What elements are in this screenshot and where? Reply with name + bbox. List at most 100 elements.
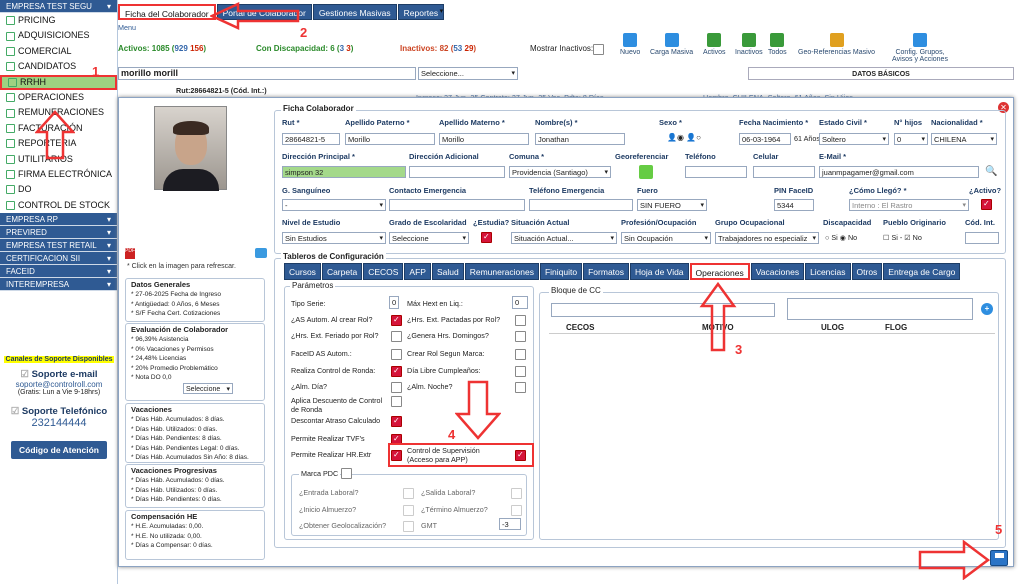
sidebar-item-0[interactable]: PRICING — [0, 13, 117, 28]
go-field[interactable]: Trabajadores no especializ — [715, 232, 819, 244]
marca-item-checkbox[interactable] — [511, 505, 522, 516]
subtab-2[interactable]: CECOS — [363, 263, 404, 280]
add-icon[interactable]: + — [981, 303, 993, 315]
ge-field[interactable]: Seleccione — [389, 232, 469, 244]
subtab-8[interactable]: Hoja de Vida — [630, 263, 689, 280]
subtab-4[interactable]: Salud — [431, 263, 464, 280]
com-field[interactable]: Providencia (Santiago) — [509, 166, 611, 178]
subtab-9[interactable]: Operaciones — [689, 263, 750, 280]
top-tab-3[interactable]: Reportes — [397, 4, 445, 20]
param-right-checkbox[interactable] — [515, 331, 526, 342]
tipo-serie-input[interactable]: 0 — [389, 296, 399, 309]
sidebar-item-4[interactable]: RRHH — [0, 74, 117, 90]
subtab-0[interactable]: Cursos — [284, 263, 321, 280]
search-select[interactable]: Seleccione... — [418, 67, 518, 80]
sidebar-group-3[interactable]: CERTIFICACION SII ▾ — [0, 252, 117, 266]
subtab-13[interactable]: Entrega de Cargo — [883, 263, 961, 280]
estudia-checkbox[interactable] — [481, 232, 492, 243]
sit-field[interactable]: Situación Actual... — [511, 232, 617, 244]
param-left-checkbox[interactable] — [391, 382, 402, 393]
param-right-checkbox[interactable] — [515, 382, 526, 393]
cel-field[interactable] — [753, 166, 815, 178]
dira-field[interactable] — [409, 166, 505, 178]
sidebar-group-4[interactable]: FACEID ▾ — [0, 265, 117, 279]
subtab-6[interactable]: Finiquito — [539, 263, 583, 280]
nom-field[interactable]: Jonathan — [535, 133, 625, 145]
discapacidad-options[interactable]: ○ Si ◉ No — [825, 233, 857, 242]
sidebar-group-5[interactable]: INTEREMPRESA ▾ — [0, 278, 117, 292]
param-left-checkbox[interactable] — [391, 349, 402, 360]
param-left-checkbox[interactable] — [391, 366, 402, 377]
toolbar-btn-4[interactable]: Todos — [768, 33, 787, 56]
code-button[interactable]: Código de Atención — [11, 441, 107, 459]
subtab-12[interactable]: Otros — [851, 263, 883, 280]
sidebar-item-2[interactable]: COMERCIAL — [0, 44, 117, 59]
sexo-options[interactable]: 👤◉ 👤○ — [667, 133, 701, 142]
sidebar-group-2[interactable]: EMPRESA TEST RETAIL ▾ — [0, 239, 117, 253]
pat-field[interactable]: Morillo — [345, 133, 435, 145]
pin-field[interactable]: 5344 — [774, 199, 814, 211]
subtab-5[interactable]: Remuneraciones — [464, 263, 539, 280]
rut-field[interactable]: 28664821-5 — [282, 133, 340, 145]
toolbar-btn-1[interactable]: Carga Masiva — [650, 33, 693, 56]
toolbar-btn-0[interactable]: Nuevo — [620, 33, 640, 56]
fuero-field[interactable]: SIN FUERO — [637, 199, 707, 211]
gs-field[interactable]: - — [282, 199, 386, 211]
subtab-3[interactable]: AFP — [404, 263, 431, 280]
subtab-1[interactable]: Carpeta — [321, 263, 363, 280]
gmt-input[interactable]: -3 — [499, 518, 521, 530]
activo-checkbox[interactable] — [981, 199, 992, 210]
pdf-icon[interactable]: PDF — [125, 248, 135, 259]
tel-field[interactable] — [685, 166, 747, 178]
support-email[interactable]: soporte@controlroll.com — [4, 380, 114, 389]
top-tab-0[interactable]: Ficha del Colaborador — [118, 4, 216, 20]
mat-field[interactable]: Morillo — [439, 133, 529, 145]
hijos-field[interactable]: 0 — [894, 133, 928, 145]
param-left-checkbox[interactable] — [391, 331, 402, 342]
sidebar-item-10[interactable]: FIRMA ELECTRÓNICA — [0, 167, 117, 182]
camera-icon[interactable] — [255, 248, 267, 258]
subtab-7[interactable]: Formatos — [583, 263, 630, 280]
pueblo-options[interactable]: ☐ Si - ☑ No — [883, 233, 922, 242]
param-left-checkbox[interactable] — [391, 396, 402, 407]
sidebar-item-1[interactable]: ADQUISICIONES — [0, 28, 117, 43]
top-tab-2[interactable]: Gestiones Masivas — [312, 4, 397, 20]
sidebar-item-12[interactable]: CONTROL DE STOCK — [0, 198, 117, 213]
marca-item-checkbox[interactable] — [511, 488, 522, 499]
employee-photo[interactable] — [154, 106, 227, 191]
toolbar-btn-5[interactable]: Geo-Referencias Masivo — [798, 33, 875, 56]
ec-field[interactable]: Soltero — [819, 133, 889, 145]
subtab-11[interactable]: Licencias — [805, 263, 851, 280]
toolbar-btn-3[interactable]: Inactivos — [735, 33, 763, 56]
param-right-checkbox[interactable] — [515, 366, 526, 377]
dir-field[interactable]: simpson 32 — [282, 166, 406, 178]
nota-select[interactable]: Seleccione — [183, 383, 233, 394]
marca-checkbox[interactable] — [341, 468, 352, 479]
prof-field[interactable]: Sin Ocupación — [621, 232, 711, 244]
sidebar-item-3[interactable]: CANDIDATOS — [0, 59, 117, 74]
toolbar-btn-6[interactable]: Config. Grupos, Avisos y Acciones — [888, 33, 952, 63]
ce-field[interactable] — [389, 199, 525, 211]
search-input[interactable]: morillo morill — [118, 67, 416, 80]
sidebar-item-11[interactable]: DO — [0, 182, 117, 197]
sidebar-item-5[interactable]: OPERACIONES — [0, 90, 117, 105]
marca-item-checkbox[interactable] — [403, 488, 414, 499]
-field[interactable] — [965, 232, 999, 244]
param-right-checkbox[interactable] — [515, 349, 526, 360]
como-field[interactable]: Interno : El Rastro — [849, 199, 969, 211]
marca-item-checkbox[interactable] — [403, 505, 414, 516]
search-icon[interactable]: 🔍 — [985, 166, 997, 177]
save-icon[interactable] — [990, 550, 1008, 566]
param-left-checkbox[interactable] — [391, 416, 402, 427]
marca-item-checkbox[interactable] — [403, 521, 414, 532]
bloque-input-1[interactable] — [551, 303, 775, 317]
sidebar-group-0[interactable]: EMPRESA RP ▾ — [0, 213, 117, 227]
mail-field[interactable]: juanmpagamer@gmail.com — [819, 166, 979, 178]
param-left-checkbox[interactable] — [391, 315, 402, 326]
param-right-checkbox[interactable] — [515, 315, 526, 326]
toolbar-btn-2[interactable]: Activos — [703, 33, 726, 56]
sidebar-company-header[interactable]: EMPRESA TEST SEGU ▾ — [0, 0, 117, 13]
map-icon[interactable] — [639, 165, 653, 179]
sidebar-group-1[interactable]: PREVIRED ▾ — [0, 226, 117, 240]
fn-field[interactable]: 06-03-1964 — [739, 133, 791, 145]
